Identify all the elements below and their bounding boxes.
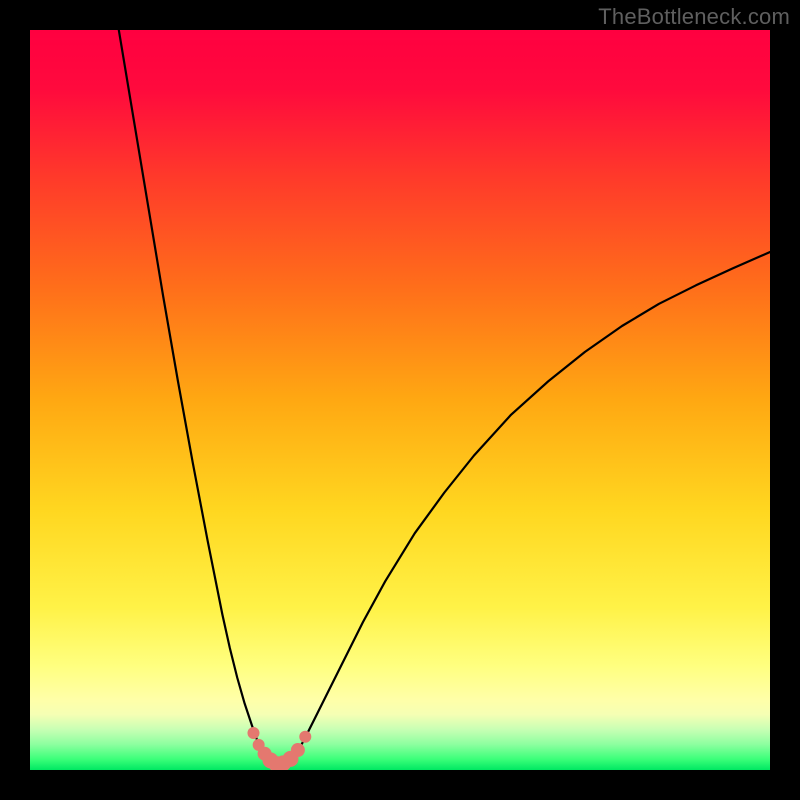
bottleneck-curve-chart (30, 30, 770, 770)
plot-area (30, 30, 770, 770)
valley-marker (247, 727, 259, 739)
valley-marker (299, 731, 311, 743)
gradient-background (30, 30, 770, 770)
chart-container: TheBottleneck.com (0, 0, 800, 800)
watermark-text: TheBottleneck.com (598, 4, 790, 30)
valley-marker (291, 743, 305, 757)
